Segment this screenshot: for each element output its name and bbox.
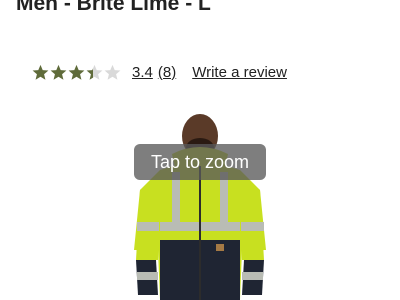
review-count-link[interactable]: (8)	[158, 64, 176, 81]
rating-value-link[interactable]: 3.4	[132, 64, 153, 81]
jacket-model-image[interactable]	[120, 110, 280, 300]
star-icon	[32, 64, 49, 80]
star-half-icon	[86, 64, 103, 80]
rating-row: 3.4 (8) Write a review	[32, 62, 287, 82]
star-rating[interactable]	[32, 64, 122, 81]
tap-to-zoom-overlay[interactable]: Tap to zoom	[134, 144, 266, 180]
star-icon	[68, 64, 85, 80]
star-icon	[50, 64, 67, 80]
write-review-link[interactable]: Write a review	[192, 64, 287, 81]
product-title: Men - Brite Lime - L	[16, 0, 211, 15]
star-empty-icon	[104, 64, 121, 80]
